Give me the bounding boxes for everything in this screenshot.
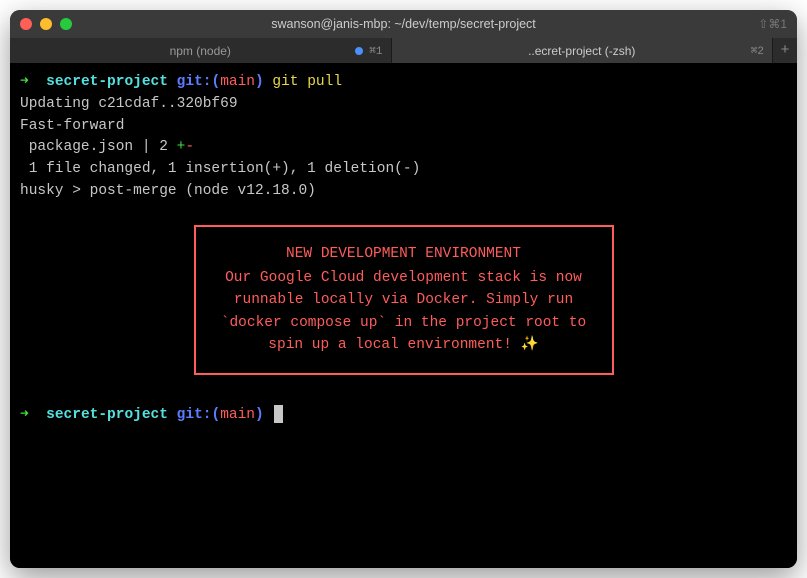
prompt-line: ➜ secret-project git:(main) [20, 405, 787, 427]
activity-dot-icon [355, 47, 363, 55]
close-icon[interactable] [20, 18, 32, 30]
output-line: 1 file changed, 1 insertion(+), 1 deleti… [20, 159, 787, 181]
cursor-icon [274, 405, 283, 423]
tab-label: ..ecret-project (-zsh) [528, 44, 635, 58]
command-text: git pull [272, 74, 342, 90]
tab-bar: npm (node) ⌘1 ..ecret-project (-zsh) ⌘2 … [10, 38, 797, 64]
terminal-window: swanson@janis-mbp: ~/dev/temp/secret-pro… [10, 10, 797, 568]
minus-icon: - [185, 139, 194, 155]
prompt-project: secret-project [46, 407, 168, 423]
git-suffix: ) [255, 74, 264, 90]
add-tab-button[interactable]: + [773, 38, 797, 63]
prompt-arrow-icon: ➜ [20, 407, 37, 423]
git-branch: main [220, 74, 255, 90]
output-line: package.json | 2 +- [20, 137, 787, 159]
tab-shortcut: ⌘1 [369, 44, 382, 58]
prompt-line: ➜ secret-project git:(main) git pull [20, 72, 787, 94]
tab-npm[interactable]: npm (node) ⌘1 [10, 38, 392, 63]
terminal-body[interactable]: ➜ secret-project git:(main) git pull Upd… [10, 64, 797, 568]
traffic-lights [20, 18, 72, 30]
output-line: husky > post-merge (node v12.18.0) [20, 181, 787, 203]
minimize-icon[interactable] [40, 18, 52, 30]
tab-zsh[interactable]: ..ecret-project (-zsh) ⌘2 [392, 38, 774, 63]
prompt-arrow-icon: ➜ [20, 74, 37, 90]
git-prefix: git:( [177, 407, 221, 423]
maximize-icon[interactable] [60, 18, 72, 30]
tab-shortcut: ⌘2 [751, 44, 764, 58]
git-branch: main [220, 407, 255, 423]
prompt-project: secret-project [46, 74, 168, 90]
announcement-body: Our Google Cloud development stack is no… [221, 270, 586, 353]
output-line: Fast-forward [20, 116, 787, 138]
git-prefix: git:( [177, 74, 221, 90]
announcement-box: NEW DEVELOPMENT ENVIRONMENT Our Google C… [194, 225, 614, 375]
window-shortcut: ⇧⌘1 [758, 17, 787, 31]
tab-label: npm (node) [170, 44, 231, 58]
git-suffix: ) [255, 407, 264, 423]
window-title: swanson@janis-mbp: ~/dev/temp/secret-pro… [271, 17, 536, 31]
announcement-title: NEW DEVELOPMENT ENVIRONMENT [218, 243, 590, 265]
titlebar: swanson@janis-mbp: ~/dev/temp/secret-pro… [10, 10, 797, 38]
output-line: Updating c21cdaf..320bf69 [20, 94, 787, 116]
